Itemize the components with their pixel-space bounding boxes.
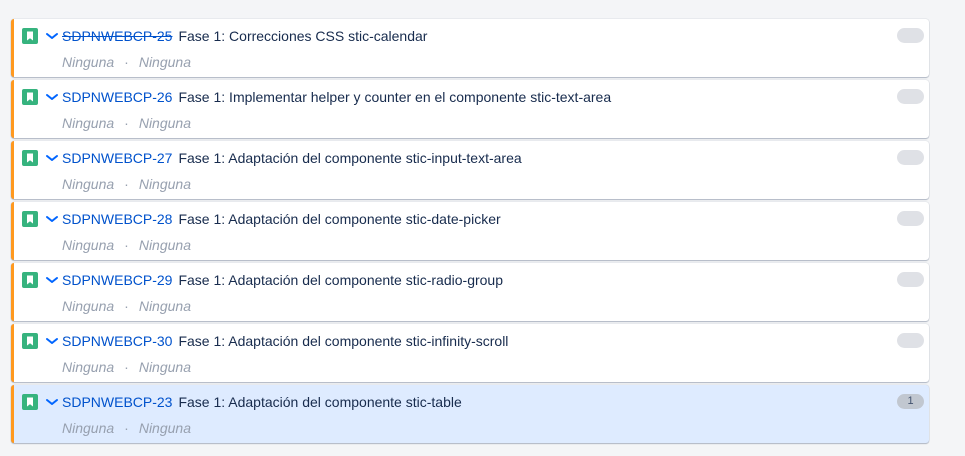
issue-card[interactable]: SDPNWEBCP-23 Fase 1: Adaptación del compo… xyxy=(11,385,929,443)
issue-meta-left: Ninguna xyxy=(62,237,115,253)
issue-key-link[interactable]: SDPNWEBCP-25 xyxy=(62,28,172,44)
issue-summary-line: SDPNWEBCP-30 Fase 1: Adaptación del compo… xyxy=(62,333,508,349)
issue-summary-line: SDPNWEBCP-28 Fase 1: Adaptación del compo… xyxy=(62,211,501,227)
issue-summary: Fase 1: Adaptación del componente stic-r… xyxy=(178,272,503,288)
issue-meta-right: Ninguna xyxy=(138,237,191,253)
issue-meta-right: Ninguna xyxy=(138,359,191,375)
issue-card[interactable]: SDPNWEBCP-30 Fase 1: Adaptación del compo… xyxy=(11,324,929,382)
issue-summary: Fase 1: Adaptación del componente stic-i… xyxy=(178,333,509,349)
issue-key-link[interactable]: SDPNWEBCP-26 xyxy=(62,89,172,105)
estimate-badge xyxy=(897,28,924,43)
meta-separator: · xyxy=(124,237,129,253)
issue-summary-line: SDPNWEBCP-29 Fase 1: Adaptación del compo… xyxy=(62,272,503,288)
issue-key-link[interactable]: SDPNWEBCP-29 xyxy=(62,272,172,288)
story-icon xyxy=(22,28,38,44)
estimate-badge xyxy=(897,211,924,226)
story-icon xyxy=(22,333,38,349)
issue-summary-line: SDPNWEBCP-23 Fase 1: Adaptación del compo… xyxy=(62,394,462,410)
meta-separator: · xyxy=(124,420,129,436)
issue-summary: Fase 1: Adaptación del componente stic-i… xyxy=(178,150,522,166)
issue-card[interactable]: SDPNWEBCP-25 Fase 1: Correcciones CSS sti… xyxy=(11,19,929,77)
issue-meta-right: Ninguna xyxy=(138,420,191,436)
chevron-down-icon xyxy=(45,90,59,104)
issue-meta-left: Ninguna xyxy=(62,176,115,192)
issue-key-link[interactable]: SDPNWEBCP-27 xyxy=(62,150,172,166)
issue-summary-line: SDPNWEBCP-26 Fase 1: Implementar helper y… xyxy=(62,89,611,105)
issue-key-link[interactable]: SDPNWEBCP-30 xyxy=(62,333,172,349)
estimate-badge xyxy=(897,89,924,104)
story-icon xyxy=(22,272,38,288)
story-icon xyxy=(22,89,38,105)
issue-meta-left: Ninguna xyxy=(62,54,115,70)
issue-meta-left: Ninguna xyxy=(62,420,115,436)
issue-summary: Fase 1: Adaptación del componente stic-d… xyxy=(178,211,501,227)
chevron-down-icon xyxy=(45,151,59,165)
estimate-badge: 1 xyxy=(897,394,924,409)
issue-meta-right: Ninguna xyxy=(138,115,191,131)
issue-meta-right: Ninguna xyxy=(138,298,191,314)
issue-meta: Ninguna · Ninguna xyxy=(62,237,191,253)
issue-key-link[interactable]: SDPNWEBCP-28 xyxy=(62,211,172,227)
estimate-badge xyxy=(897,333,924,348)
issue-list: SDPNWEBCP-25 Fase 1: Correcciones CSS sti… xyxy=(11,19,929,446)
issue-meta-left: Ninguna xyxy=(62,359,115,375)
issue-meta: Ninguna · Ninguna xyxy=(62,298,191,314)
issue-meta: Ninguna · Ninguna xyxy=(62,115,191,131)
estimate-badge xyxy=(897,272,924,287)
issue-card[interactable]: SDPNWEBCP-27 Fase 1: Adaptación del compo… xyxy=(11,141,929,199)
chevron-down-icon xyxy=(45,212,59,226)
issue-summary: Fase 1: Implementar helper y counter en … xyxy=(178,89,612,105)
issue-summary-line: SDPNWEBCP-27 Fase 1: Adaptación del compo… xyxy=(62,150,522,166)
meta-separator: · xyxy=(124,54,129,70)
issue-key-link[interactable]: SDPNWEBCP-23 xyxy=(62,394,172,410)
meta-separator: · xyxy=(124,359,129,375)
issue-summary: Fase 1: Adaptación del componente stic-t… xyxy=(178,394,462,410)
issue-meta: Ninguna · Ninguna xyxy=(62,359,191,375)
issue-meta-right: Ninguna xyxy=(138,176,191,192)
issue-card[interactable]: SDPNWEBCP-26 Fase 1: Implementar helper y… xyxy=(11,80,929,138)
chevron-down-icon xyxy=(45,29,59,43)
issue-meta: Ninguna · Ninguna xyxy=(62,54,191,70)
chevron-down-icon xyxy=(45,334,59,348)
issue-meta: Ninguna · Ninguna xyxy=(62,420,191,436)
story-icon xyxy=(22,150,38,166)
estimate-badge xyxy=(897,150,924,165)
issue-meta-left: Ninguna xyxy=(62,115,115,131)
issue-card[interactable]: SDPNWEBCP-29 Fase 1: Adaptación del compo… xyxy=(11,263,929,321)
meta-separator: · xyxy=(124,176,129,192)
issue-summary: Fase 1: Correcciones CSS stic-calendar xyxy=(178,28,428,44)
meta-separator: · xyxy=(124,115,129,131)
issue-meta-left: Ninguna xyxy=(62,298,115,314)
chevron-down-icon xyxy=(45,395,59,409)
story-icon xyxy=(22,211,38,227)
story-icon xyxy=(22,394,38,410)
chevron-down-icon xyxy=(45,273,59,287)
issue-meta: Ninguna · Ninguna xyxy=(62,176,191,192)
meta-separator: · xyxy=(124,298,129,314)
issue-meta-right: Ninguna xyxy=(138,54,191,70)
issue-card[interactable]: SDPNWEBCP-28 Fase 1: Adaptación del compo… xyxy=(11,202,929,260)
issue-summary-line: SDPNWEBCP-25 Fase 1: Correcciones CSS sti… xyxy=(62,28,427,44)
